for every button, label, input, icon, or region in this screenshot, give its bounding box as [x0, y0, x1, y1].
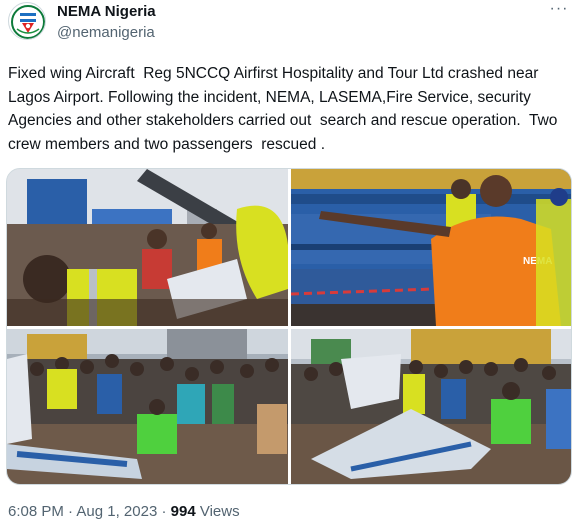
photo-4[interactable] — [291, 329, 571, 484]
tweet-meta: 6:08 PM · Aug 1, 2023 · 994 Views — [8, 502, 240, 522]
media-grid: NEMA — [6, 168, 572, 485]
author-block: NEMA Nigeria @nemanigeria — [57, 2, 156, 42]
tweet-text: Fixed wing Aircraft Reg 5NCCQ Airfirst H… — [8, 65, 562, 153]
photo-3[interactable] — [7, 329, 288, 484]
photo-2-image: NEMA — [291, 169, 571, 326]
tweet-date[interactable]: Aug 1, 2023 — [76, 503, 157, 520]
photo-2[interactable]: NEMA — [291, 169, 571, 326]
photo-3-image — [7, 329, 288, 484]
photo-1[interactable] — [7, 169, 288, 326]
tweet-time[interactable]: 6:08 PM — [8, 503, 64, 520]
views-label: Views — [199, 503, 240, 520]
meta-separator: · — [68, 503, 74, 520]
meta-separator-2: · — [161, 503, 167, 520]
views-count: 994 — [170, 503, 196, 520]
tweet-header: NEMA Nigeria @nemanigeria ··· — [8, 1, 572, 42]
more-horizontal-icon[interactable]: ··· — [548, 1, 570, 24]
avatar[interactable] — [8, 2, 46, 40]
handle[interactable]: @nemanigeria — [57, 23, 156, 42]
nema-logo-icon — [10, 4, 45, 39]
photo-4-image — [291, 329, 571, 484]
display-name[interactable]: NEMA Nigeria — [57, 2, 156, 21]
photo-1-image — [7, 169, 288, 326]
